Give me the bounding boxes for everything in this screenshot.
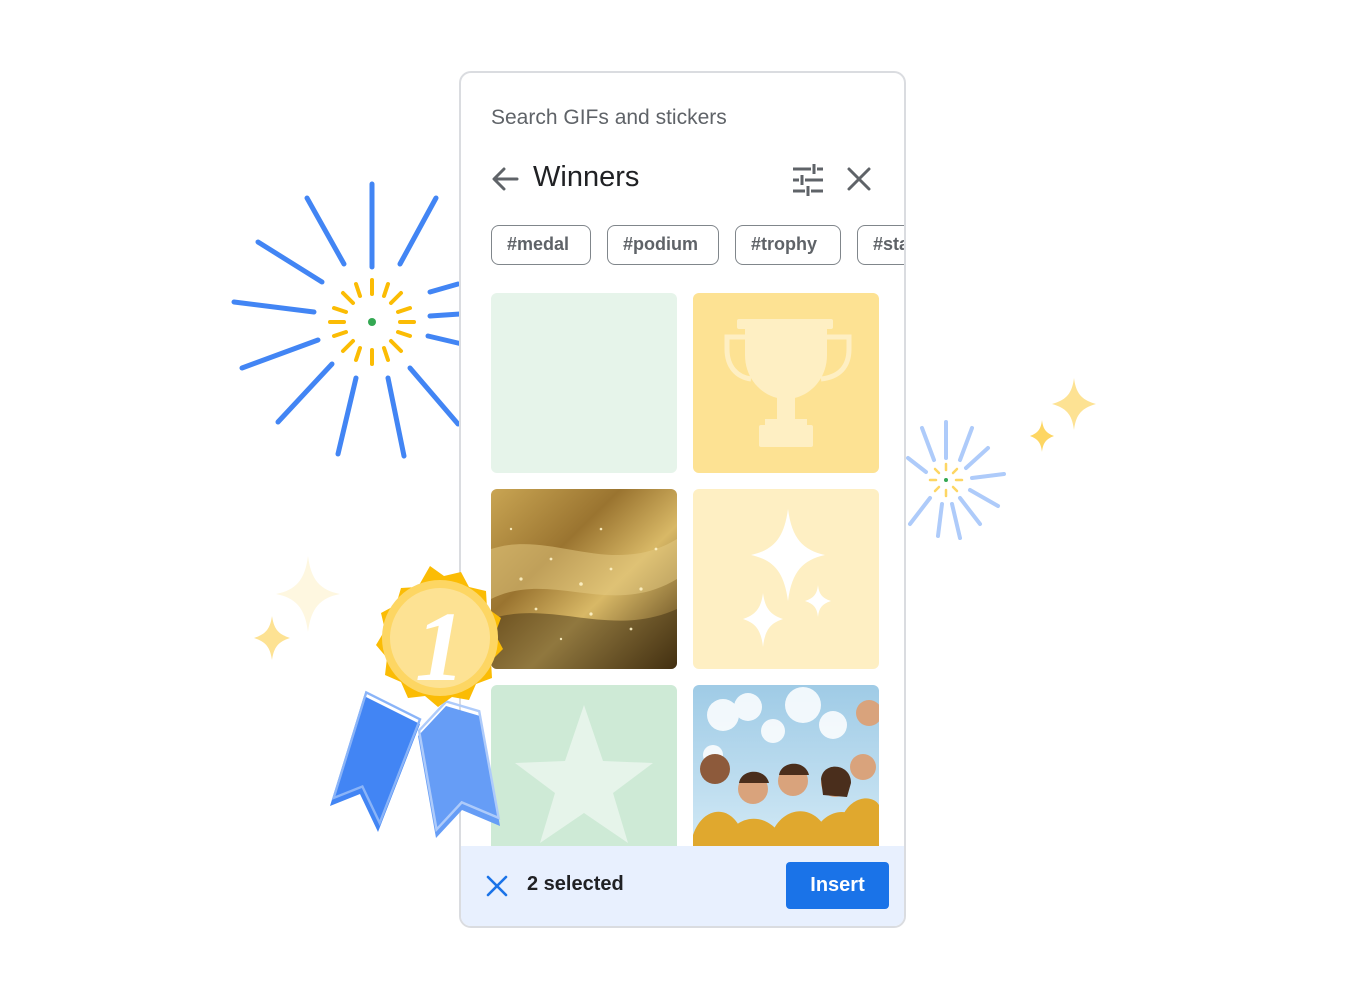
sparkle-right-icon	[1030, 378, 1096, 452]
selected-count: 2 selected	[527, 873, 624, 895]
gif-sticker-panel: Search GIFs and stickers Winners #medal …	[459, 71, 906, 928]
filter-tune-icon[interactable]	[791, 163, 825, 197]
chip-trophy[interactable]: #trophy	[735, 225, 841, 265]
search-query-title: Winners	[533, 161, 640, 193]
clear-selection-icon[interactable]	[483, 872, 511, 900]
back-arrow-icon[interactable]	[489, 163, 521, 195]
search-heading[interactable]: Search GIFs and stickers	[491, 106, 727, 130]
sparkle-icon	[693, 489, 879, 669]
result-tile-trophy[interactable]	[693, 293, 879, 473]
firework-right-icon	[906, 420, 1006, 540]
trophy-icon	[693, 293, 879, 473]
chip-podium[interactable]: #podium	[607, 225, 719, 265]
result-tile-team[interactable]	[693, 685, 879, 865]
result-tile-blank[interactable]	[491, 293, 677, 473]
results-grid	[491, 293, 881, 865]
chip-star[interactable]: #sta	[857, 225, 904, 265]
close-icon[interactable]	[843, 163, 875, 195]
medal-rank-number: 1	[415, 591, 465, 702]
result-tile-sparkle[interactable]	[693, 489, 879, 669]
selection-bar: 2 selected Insert	[461, 846, 904, 926]
tag-chip-row: #medal #podium #trophy #sta	[491, 225, 904, 269]
results-header: Winners	[489, 159, 881, 199]
chip-medal[interactable]: #medal	[491, 225, 591, 265]
celebrating-team-photo	[693, 685, 879, 865]
first-place-medal-icon: 1	[330, 566, 503, 838]
insert-button[interactable]: Insert	[786, 862, 889, 909]
blank-sticker	[491, 293, 677, 473]
